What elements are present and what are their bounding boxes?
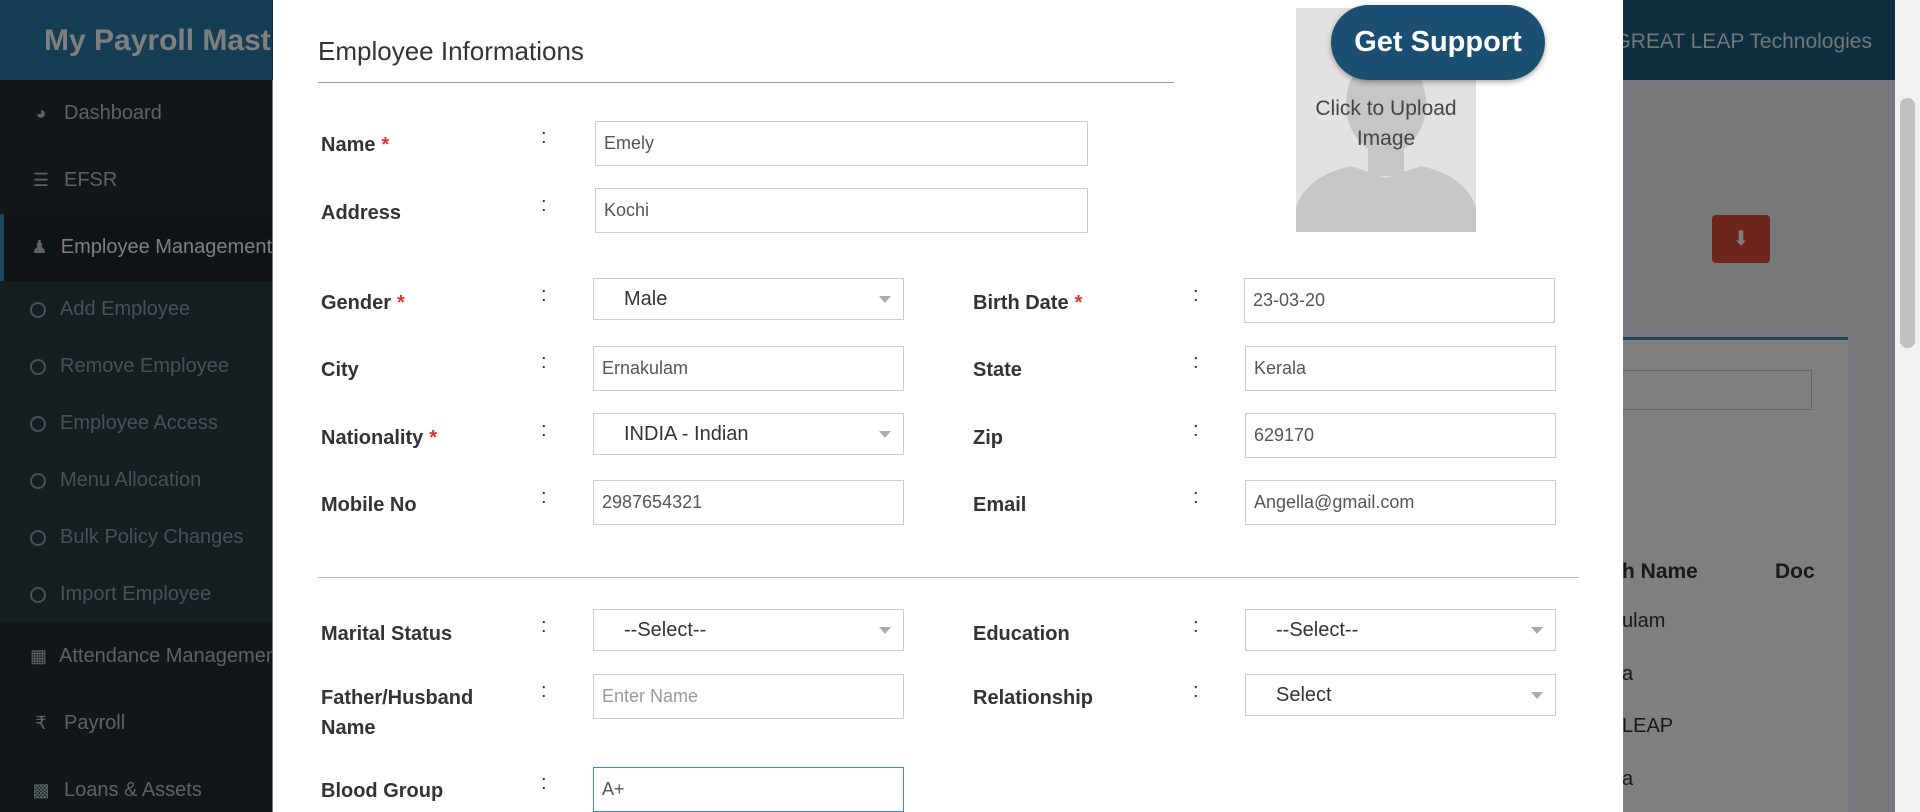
label-text: Birth Date [973, 292, 1069, 314]
colon: : [1193, 680, 1199, 702]
upload-label: Click to Upload Image [1315, 97, 1457, 150]
colon: : [541, 419, 547, 441]
title-divider [318, 82, 1174, 83]
marital-status-label: Marital Status [321, 623, 453, 645]
marital-status-value: --Select-- [624, 619, 707, 641]
father-husband-label: Father/Husband Name [321, 687, 474, 739]
state-input[interactable]: Kerala [1245, 346, 1556, 391]
colon: : [541, 615, 547, 637]
education-label: Education [973, 623, 1070, 645]
nationality-select[interactable]: INDIA - Indian [593, 413, 904, 455]
colon: : [541, 351, 547, 373]
state-label: State [973, 359, 1022, 381]
colon: : [1193, 419, 1199, 441]
colon: : [541, 680, 547, 702]
label-text: Gender [321, 292, 392, 314]
gender-select[interactable]: Male [593, 278, 904, 320]
father-husband-input[interactable]: Enter Name [593, 674, 904, 719]
page-scrollbar[interactable] [1895, 0, 1920, 812]
mobile-input[interactable]: 2987654321 [593, 480, 904, 525]
education-value: --Select-- [1276, 619, 1359, 641]
required-mark: * [429, 427, 438, 449]
city-label: City [321, 359, 359, 381]
colon: : [541, 194, 547, 216]
colon: : [1193, 351, 1199, 373]
email-input[interactable]: Angella@gmail.com [1245, 480, 1556, 525]
section-divider [318, 577, 1579, 578]
mobile-label: Mobile No [321, 494, 417, 516]
chevron-down-icon [879, 627, 891, 634]
relationship-select[interactable]: Select [1245, 674, 1556, 716]
email-label: Email [973, 494, 1027, 516]
chevron-down-icon [1531, 692, 1543, 699]
zip-input[interactable]: 629170 [1245, 413, 1556, 458]
chevron-down-icon [1531, 627, 1543, 634]
colon: : [1193, 486, 1199, 508]
gender-label: Gender * [321, 288, 405, 318]
colon: : [1193, 284, 1199, 306]
nationality-label: Nationality * [321, 423, 437, 453]
required-mark: * [397, 292, 405, 314]
name-label: Name * [321, 130, 389, 160]
chevron-down-icon [879, 296, 891, 303]
name-input[interactable]: Emely [595, 121, 1088, 166]
marital-status-select[interactable]: --Select-- [593, 609, 904, 651]
nationality-value: INDIA - Indian [624, 423, 749, 445]
city-input[interactable]: Ernakulam [593, 346, 904, 391]
blood-group-label: Blood Group [321, 780, 444, 802]
label-text: Nationality [321, 427, 424, 449]
birth-date-input[interactable]: 23-03-20 [1244, 278, 1555, 323]
blood-group-input[interactable]: A+ [593, 767, 904, 812]
education-select[interactable]: --Select-- [1245, 609, 1556, 651]
scrollbar-thumb[interactable] [1900, 98, 1915, 348]
colon: : [541, 284, 547, 306]
birth-date-label: Birth Date * [973, 288, 1082, 318]
relationship-value: Select [1276, 684, 1332, 706]
get-support-button[interactable]: Get Support [1331, 5, 1545, 80]
label-text: Name [321, 134, 376, 156]
relationship-label: Relationship [973, 687, 1094, 709]
colon: : [1193, 615, 1199, 637]
address-label: Address [321, 202, 402, 224]
required-mark: * [1074, 292, 1083, 314]
zip-label: Zip [973, 427, 1003, 449]
gender-value: Male [624, 288, 668, 310]
required-mark: * [381, 134, 390, 156]
colon: : [541, 126, 547, 148]
address-input[interactable]: Kochi [595, 188, 1088, 233]
chevron-down-icon [879, 431, 891, 438]
colon: : [541, 486, 547, 508]
employee-info-modal: Employee Informations Click to Upload Im… [273, 0, 1623, 812]
modal-title: Employee Informations [318, 36, 584, 66]
colon: : [541, 772, 547, 794]
